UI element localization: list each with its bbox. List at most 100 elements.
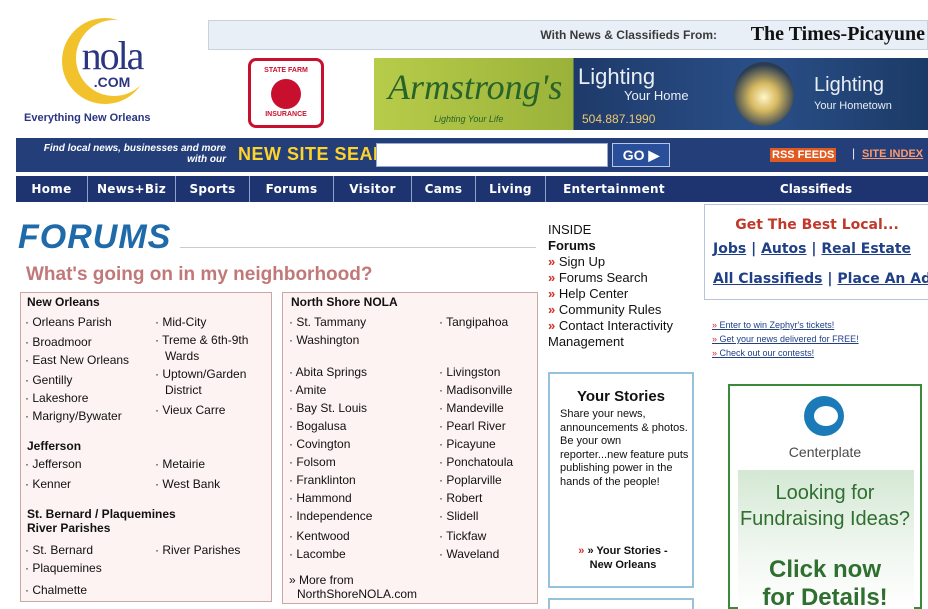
nav-living[interactable]: Living [476, 176, 546, 202]
section-heading: New Orleans [27, 295, 100, 309]
sign-up-link[interactable]: » Sign Up [548, 254, 708, 270]
nav-entertainment[interactable]: Entertainment [546, 176, 682, 202]
forum-link[interactable]: · Broadmoor [25, 335, 92, 349]
forum-link[interactable]: · East New Orleans [25, 353, 129, 367]
contact-interactivity-link[interactable]: » Contact Interactivity [548, 318, 708, 334]
forum-link[interactable]: · Lakeshore [25, 391, 88, 405]
state-farm-ad[interactable]: STATE FARM INSURANCE [248, 58, 324, 128]
nav-sports[interactable]: Sports [176, 176, 250, 202]
forum-link[interactable]: · Folsom [289, 455, 336, 469]
all-classifieds-link[interactable]: All Classifieds [713, 271, 823, 287]
real-estate-link[interactable]: Real Estate [821, 241, 911, 257]
forum-link[interactable]: · Gentilly [25, 373, 72, 387]
your-stories-link[interactable]: » » Your Stories - New Orleans [558, 544, 688, 572]
forum-link[interactable]: · West Bank [155, 477, 220, 491]
help-center-link[interactable]: » Help Center [548, 286, 708, 302]
forum-link[interactable]: · Orleans Parish [25, 315, 112, 329]
forum-link[interactable]: · Tickfaw [439, 529, 486, 543]
ad-company: Centerplate [788, 444, 862, 460]
forum-link[interactable]: · Robert [439, 491, 482, 505]
promo-link[interactable]: » Check out our contests! [712, 346, 928, 360]
forum-link[interactable]: · Independence [289, 509, 372, 523]
forum-link[interactable]: · Madisonville [439, 383, 512, 397]
newspaper-name[interactable]: The Times-Picayune [751, 23, 925, 46]
forum-link-cont[interactable]: District [165, 383, 202, 397]
forum-link[interactable]: · Tangipahoa [439, 315, 508, 329]
forum-link[interactable]: · Covington [289, 437, 350, 451]
nav-visitor[interactable]: Visitor [334, 176, 412, 202]
forum-link[interactable]: · Livingston [439, 365, 500, 379]
north-shore-forums-box: North Shore NOLA · St. Tammany · Washing… [282, 292, 538, 604]
promo-link[interactable]: » Enter to win Zephyr's tickets! [712, 318, 928, 332]
site-index-link[interactable]: SITE INDEX [862, 148, 923, 160]
site-search-input[interactable] [376, 143, 608, 167]
armstrong-lighting-ad[interactable]: Armstrong's Lighting Your Life Lighting … [374, 58, 928, 130]
forum-link[interactable]: · St. Tammany [289, 315, 366, 329]
forum-link[interactable]: · Plaquemines [25, 561, 102, 575]
times-picayune-bar[interactable]: With News & Classifieds From: The Times-… [208, 20, 928, 50]
your-stories-body: Share your news, announcements & photos.… [560, 408, 689, 488]
forum-link[interactable]: · Picayune [439, 437, 496, 451]
contact-interactivity-link-cont[interactable]: Management [548, 334, 708, 350]
forum-link[interactable]: · Pearl River [439, 419, 506, 433]
forum-link[interactable]: · Mandeville [439, 401, 504, 415]
go-button[interactable]: GO ▶ [612, 143, 670, 167]
with-news-text: With News & Classifieds From: [540, 28, 717, 42]
forum-link[interactable]: · Slidell [439, 509, 478, 523]
place-ad-link[interactable]: Place An Ad [837, 271, 928, 287]
section-heading: Jefferson [27, 439, 82, 453]
forum-link-cont[interactable]: Wards [165, 349, 199, 363]
more-north-shore-link[interactable]: » More from [289, 573, 354, 587]
forum-link[interactable]: · Poplarville [439, 473, 502, 487]
forum-link[interactable]: · Treme & 6th-9th [155, 333, 248, 347]
logo-nola-text: nola [81, 33, 145, 78]
forum-link[interactable]: · Amite [289, 383, 326, 397]
forum-link[interactable]: · Kentwood [289, 529, 350, 543]
ad-slogan: Lighting Your Life [434, 114, 504, 124]
next-box-top [548, 598, 694, 609]
community-rules-link[interactable]: » Community Rules [548, 302, 708, 318]
forum-link[interactable]: · Bay St. Louis [289, 401, 367, 415]
centerplate-ad[interactable]: Centerplate Looking for Fundraising Idea… [728, 384, 922, 609]
forum-link[interactable]: · Abita Springs [289, 365, 367, 379]
forum-link[interactable]: · Jefferson [25, 457, 82, 471]
rss-feeds-link[interactable]: RSS FEEDS [770, 148, 837, 162]
inside-label: INSIDE [548, 222, 592, 237]
ad-your-home: Your Home [624, 88, 689, 103]
forum-link[interactable]: · Hammond [289, 491, 352, 505]
forum-link[interactable]: · Kenner [25, 477, 71, 491]
forum-link[interactable]: · Marigny/Bywater [25, 409, 122, 423]
nav-cams[interactable]: Cams [412, 176, 476, 202]
forum-link[interactable]: · Vieux Carre [155, 403, 225, 417]
promo-link[interactable]: » Get your news delivered for FREE! [712, 332, 928, 346]
forum-link[interactable]: · Washington [289, 333, 359, 347]
forum-link[interactable]: · River Parishes [155, 543, 240, 557]
forum-link[interactable]: · Bogalusa [289, 419, 346, 433]
nav-forums[interactable]: Forums [250, 176, 334, 202]
classifieds-row-1: Jobs | Autos | Real Estate [713, 241, 912, 257]
state-farm-logo-icon [271, 79, 301, 109]
ad-line-3: Click now [768, 556, 882, 583]
forums-search-link[interactable]: » Forums Search [548, 270, 708, 286]
forum-link[interactable]: · Uptown/Garden [155, 367, 246, 381]
nav-home[interactable]: Home [16, 176, 88, 202]
page-title: FORUMS [18, 218, 172, 256]
forum-link[interactable]: · Metairie [155, 457, 205, 471]
forum-link[interactable]: · Chalmette [25, 583, 87, 597]
autos-link[interactable]: Autos [761, 241, 806, 257]
forum-link[interactable]: · Waveland [439, 547, 499, 561]
forum-link[interactable]: · Franklinton [289, 473, 356, 487]
state-farm-bottom: INSURANCE [265, 111, 307, 118]
forum-link[interactable]: · Mid-City [155, 315, 206, 329]
more-north-shore-link-2[interactable]: NorthShoreNOLA.com [297, 587, 417, 601]
forum-link[interactable]: · St. Bernard [25, 543, 93, 557]
nola-logo[interactable]: nola .COM Everything New Orleans [24, 18, 194, 130]
promo-links: » Enter to win Zephyr's tickets! » Get y… [712, 318, 928, 360]
ad-your-hometown: Your Hometown [814, 100, 892, 112]
forum-link[interactable]: · Ponchatoula [439, 455, 513, 469]
nav-classifieds[interactable]: Classifieds [704, 176, 928, 202]
jobs-link[interactable]: Jobs [713, 241, 746, 257]
forum-link[interactable]: · Lacombe [289, 547, 346, 561]
nav-news-biz[interactable]: News+Biz [88, 176, 176, 202]
section-heading: St. Bernard / Plaquemines [27, 507, 176, 521]
